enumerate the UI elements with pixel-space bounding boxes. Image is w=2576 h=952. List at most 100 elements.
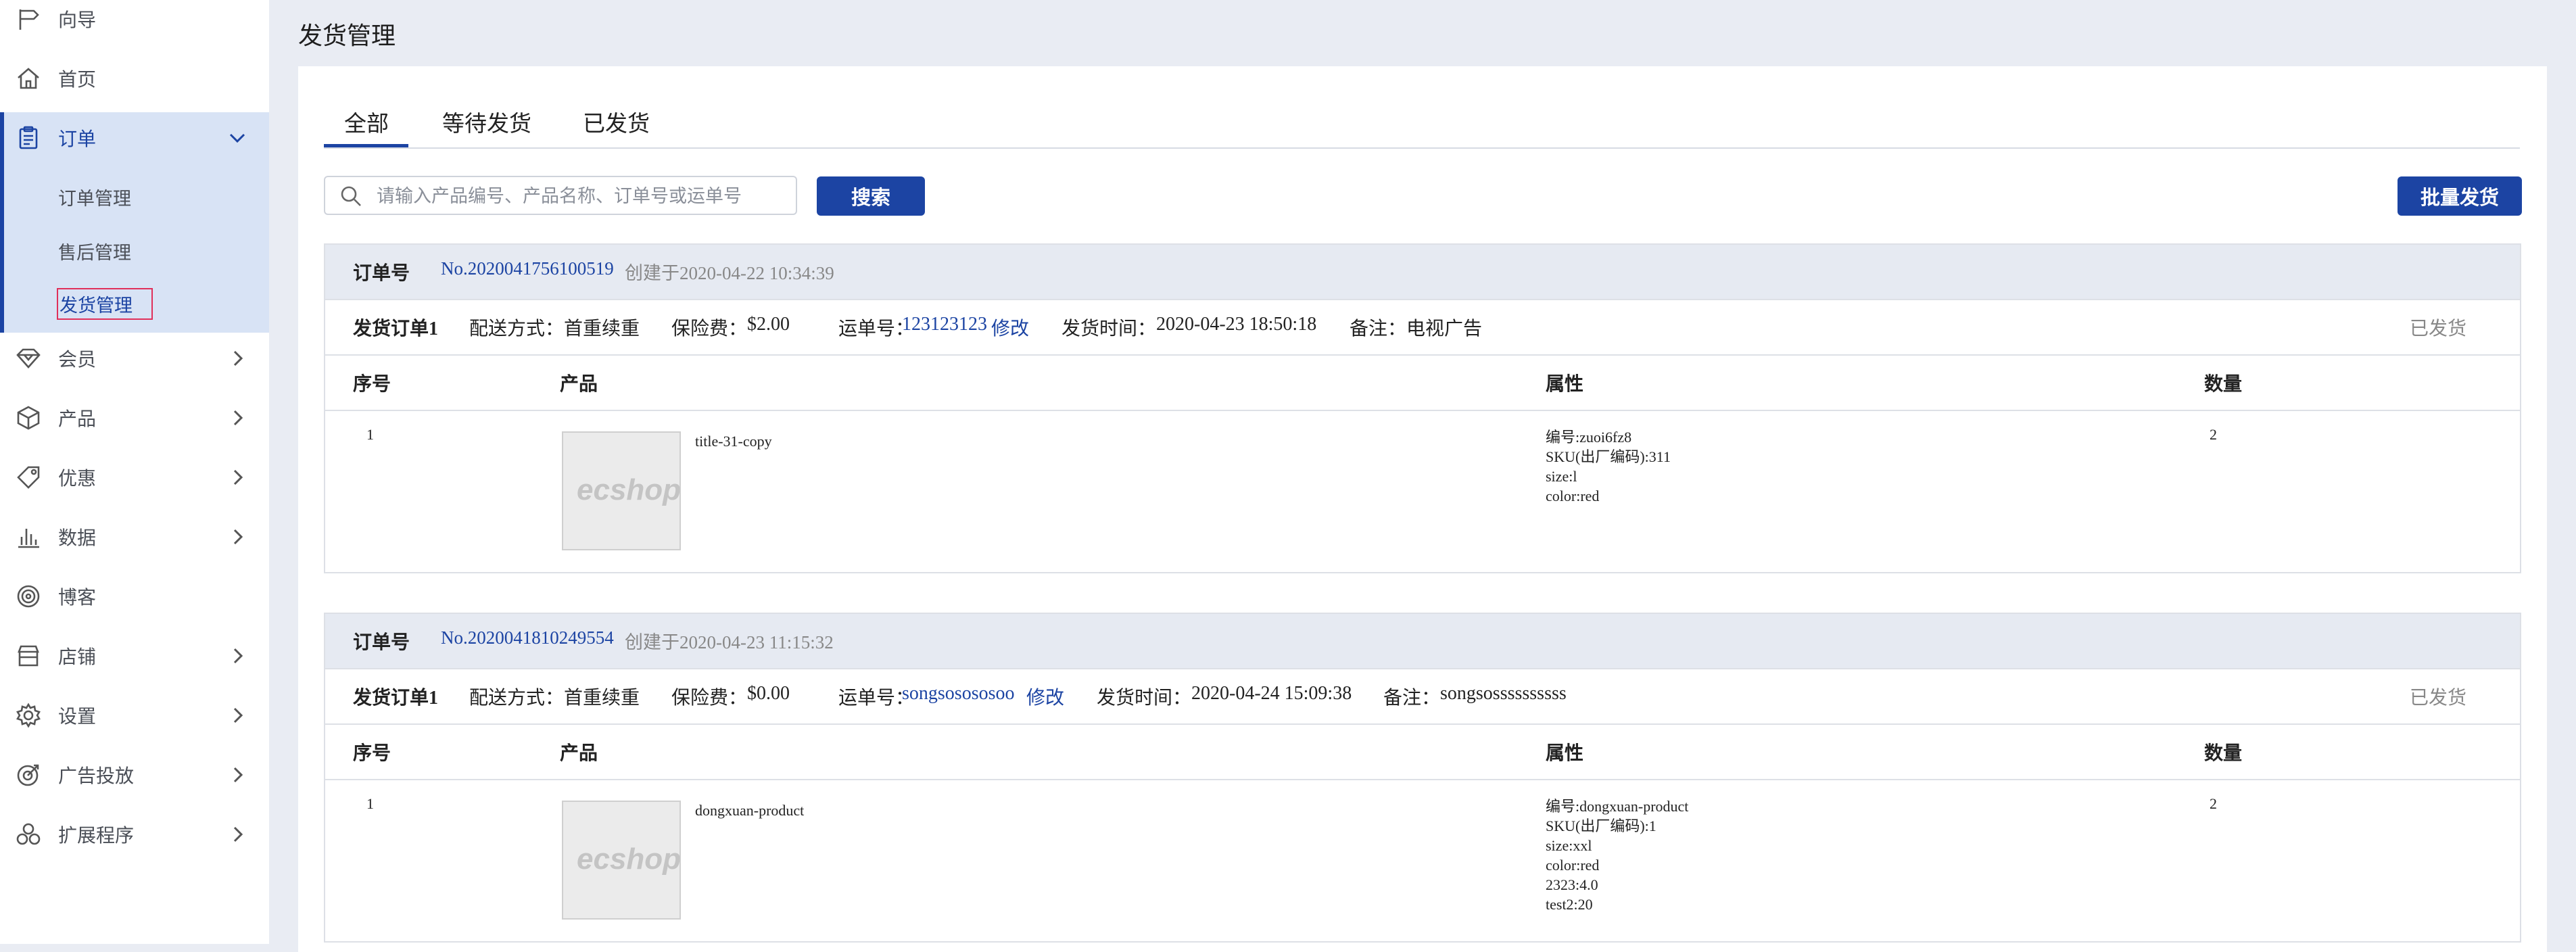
sidebar-item-label: 广告投放	[58, 766, 135, 787]
sidebar-item-label: 扩展程序	[58, 826, 135, 847]
edit-waybill-link[interactable]: 修改	[1026, 683, 1064, 710]
extensions-icon	[15, 821, 42, 848]
chevron-right-icon	[227, 646, 247, 666]
target-icon	[15, 583, 42, 610]
column-header-index: 序号	[353, 374, 391, 395]
sidebar-item-label: 数据	[58, 528, 97, 549]
note-label: 备注：	[1383, 688, 1441, 709]
row-index: 1	[366, 426, 374, 443]
sidebar-item-extensions[interactable]: 扩展程序	[0, 805, 269, 864]
page-title: 发货管理	[298, 22, 396, 49]
insurance-label: 保险费：	[671, 688, 748, 709]
attribute-line: color:red	[1546, 857, 1600, 874]
sidebar-item-label: 首页	[58, 70, 97, 91]
tab-active-indicator	[324, 144, 408, 147]
column-header-product: 产品	[560, 374, 598, 395]
product-attributes: 编号:zuoi6fz8 SKU(出厂编码):311 size:l color:r…	[1546, 427, 1671, 506]
chevron-right-icon	[227, 824, 247, 844]
order-number-label: 订单号	[353, 263, 410, 284]
sidebar-subitem-order-management[interactable]: 订单管理	[58, 184, 131, 210]
search-button[interactable]: 搜索	[817, 176, 925, 216]
attribute-line: size:l	[1546, 468, 1577, 485]
tab-all[interactable]: 全部	[344, 105, 389, 138]
bar-chart-icon	[15, 523, 42, 550]
sidebar-item-promotions[interactable]: 优惠	[0, 448, 269, 507]
sidebar-item-ads[interactable]: 广告投放	[0, 745, 269, 805]
chevron-right-icon	[227, 705, 247, 725]
waybill-number[interactable]: 123123123	[902, 314, 987, 335]
gear-icon	[15, 702, 42, 729]
column-header-attributes: 属性	[1546, 743, 1584, 764]
attribute-line: 2323:4.0	[1546, 876, 1598, 893]
note-label: 备注：	[1350, 318, 1407, 339]
sidebar-item-guide[interactable]: 向导	[0, 0, 269, 49]
home-icon	[15, 65, 42, 92]
attribute-line: color:red	[1546, 487, 1600, 504]
order-created-time: 创建于2020-04-22 10:34:39	[625, 263, 834, 283]
shop-watermark-logo: ecshop	[577, 473, 682, 506]
waybill-number[interactable]: songsosososoo	[902, 683, 1014, 705]
shop-icon	[15, 642, 42, 669]
shop-watermark-logo: ecshop	[577, 842, 682, 876]
column-header-quantity: 数量	[2204, 743, 2243, 764]
column-header-index: 序号	[353, 743, 391, 764]
ship-time-label: 发货时间：	[1097, 688, 1192, 709]
sidebar-item-label: 会员	[58, 350, 97, 371]
delivery-method: 配送方式：首重续重	[469, 688, 640, 709]
sidebar-item-orders[interactable]: 订单	[0, 108, 269, 168]
sidebar-subitem-shipping-management[interactable]: 发货管理	[57, 288, 153, 320]
box-icon	[15, 404, 42, 431]
attribute-line: test2:20	[1546, 896, 1593, 913]
ship-time-value: 2020-04-23 18:50:18	[1156, 314, 1317, 335]
attribute-line: SKU(出厂编码):311	[1546, 448, 1671, 465]
ads-target-icon	[15, 761, 42, 788]
sidebar-item-blog[interactable]: 博客	[0, 567, 269, 626]
order-created-time: 创建于2020-04-23 11:15:32	[625, 632, 834, 652]
sidebar-item-label: 博客	[58, 588, 97, 609]
sidebar-item-shop[interactable]: 店铺	[0, 626, 269, 686]
chevron-right-icon	[227, 467, 247, 487]
chevron-down-icon	[227, 128, 247, 148]
search-input[interactable]	[375, 181, 784, 211]
bulk-ship-button[interactable]: 批量发货	[2398, 176, 2522, 216]
sidebar-item-members[interactable]: 会员	[0, 329, 269, 388]
sidebar-item-label: 设置	[58, 707, 97, 728]
column-header-attributes: 属性	[1546, 374, 1584, 395]
sidebar-item-home[interactable]: 首页	[0, 49, 269, 108]
sidebar-item-label: 店铺	[58, 647, 97, 668]
search-icon	[340, 185, 362, 207]
sidebar-item-data[interactable]: 数据	[0, 507, 269, 567]
sidebar-item-label: 订单	[58, 129, 97, 150]
sidebar-item-settings[interactable]: 设置	[0, 686, 269, 745]
insurance-value: $0.00	[747, 683, 790, 704]
chevron-right-icon	[227, 348, 247, 368]
quantity-value: 2	[2210, 426, 2217, 443]
order-number-label: 订单号	[353, 632, 410, 653]
tag-icon	[15, 464, 42, 491]
order-number-link[interactable]: No.2020041756100519	[441, 258, 614, 279]
search-box	[324, 176, 797, 215]
signpost-icon	[15, 5, 42, 32]
delivery-method: 配送方式：首重续重	[469, 318, 640, 339]
product-name[interactable]: dongxuan-product	[695, 801, 804, 820]
clipboard-icon	[15, 124, 42, 151]
insurance-value: $2.00	[747, 314, 790, 335]
table-header-row	[325, 356, 2520, 411]
shipment-title: 发货订单1	[353, 688, 439, 709]
note-value: 电视广告	[1406, 318, 1483, 339]
sidebar-item-label: 向导	[58, 10, 97, 31]
tab-shipped[interactable]: 已发货	[583, 105, 650, 138]
shipment-title: 发货订单1	[353, 318, 439, 339]
product-name[interactable]: title-31-copy	[695, 431, 772, 451]
sidebar-item-products[interactable]: 产品	[0, 388, 269, 448]
chevron-right-icon	[227, 408, 247, 428]
chevron-right-icon	[227, 527, 247, 547]
product-attributes: 编号:dongxuan-product SKU(出厂编码):1 size:xxl…	[1546, 796, 1688, 914]
tab-pending-shipment[interactable]: 等待发货	[442, 105, 531, 138]
sidebar-subitem-after-sales[interactable]: 售后管理	[58, 238, 131, 264]
edit-waybill-link[interactable]: 修改	[991, 314, 1029, 341]
order-number-link[interactable]: No.2020041810249554	[441, 627, 614, 648]
insurance-label: 保险费：	[671, 318, 748, 339]
column-header-quantity: 数量	[2204, 374, 2243, 395]
tabs-divider	[324, 147, 2520, 149]
